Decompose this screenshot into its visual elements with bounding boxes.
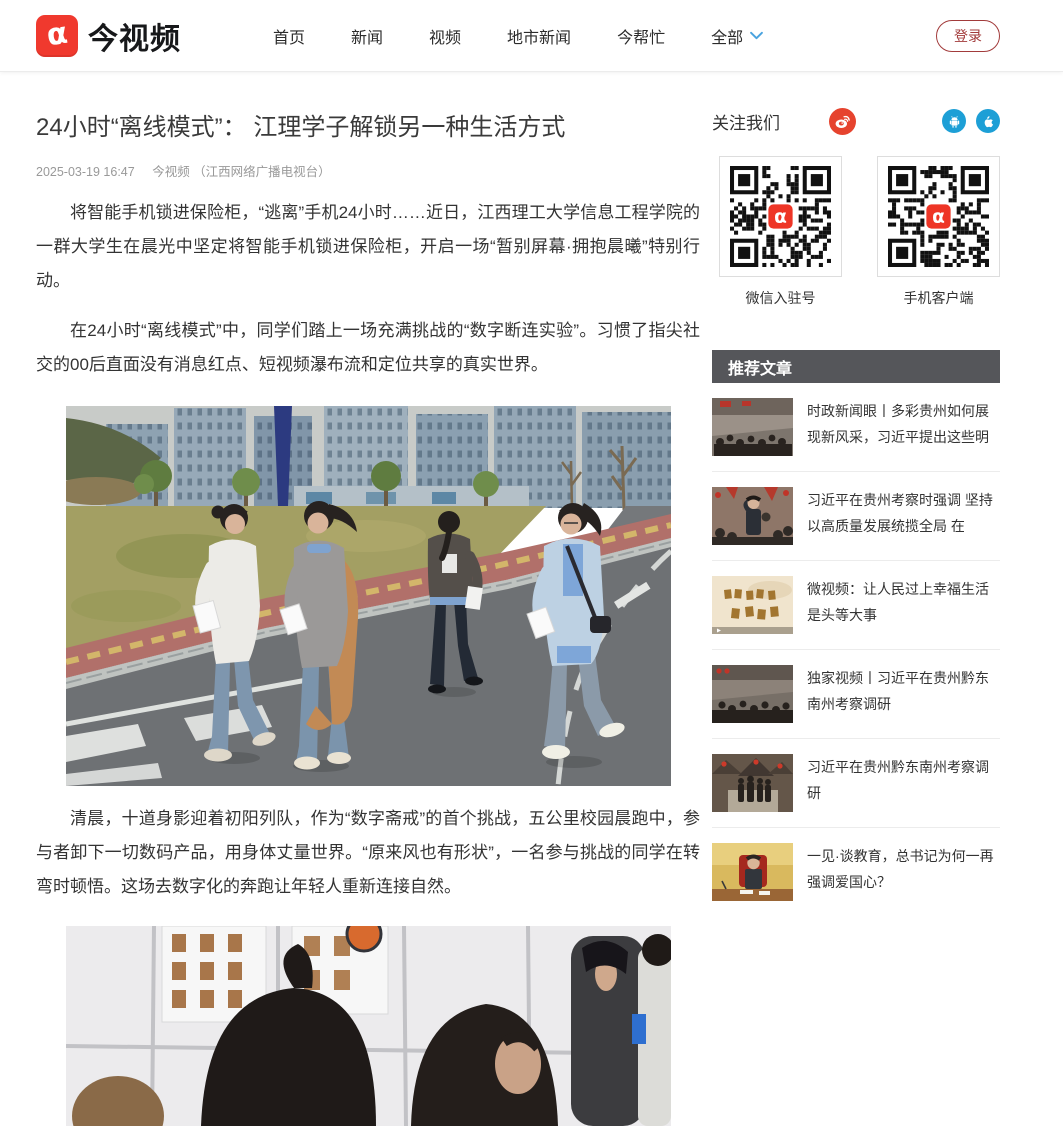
article-date: 2025-03-19 16:47	[36, 165, 135, 179]
article-photo-students-indoor	[66, 926, 671, 1126]
weibo-icon[interactable]	[829, 108, 856, 135]
qr-wechat: α 微信入驻号	[719, 156, 842, 308]
recommend-thumbnail	[712, 487, 793, 545]
recommend-title-text: 独家视频丨习近平在贵州黔东南州考察调研	[807, 665, 994, 723]
recommend-thumbnail	[712, 398, 793, 456]
nav-item-all-label: 全部	[711, 24, 743, 48]
recommend-title-text: 习近平在贵州考察时强调 坚持以高质量发展统揽全局 在	[807, 487, 994, 545]
recommend-thumbnail	[712, 843, 793, 901]
recommend-item[interactable]: 习近平在贵州黔东南州考察调研	[712, 739, 1000, 828]
article-paragraph: 在24小时“离线模式”中，同学们踏上一场充满挑战的“数字断连实验”。习惯了指尖社…	[36, 314, 700, 382]
article-title: 24小时“离线模式”： 江理学子解锁另一种生活方式	[36, 110, 700, 146]
qr-image: α	[729, 166, 832, 267]
svg-text:α: α	[774, 207, 787, 228]
recommend-title-text: 微视频：让人民过上幸福生活是头等大事	[807, 576, 994, 634]
article-source: 今视频 （江西网络广播电视台）	[152, 165, 330, 179]
site-header: α 今视频 首页 新闻 视频 地市新闻 今帮忙 全部 登录	[0, 0, 1063, 72]
article-meta: 2025-03-19 16:47 今视频 （江西网络广播电视台）	[36, 161, 700, 180]
recommend-item[interactable]: 一见·谈教育，总书记为何一再强调爱国心？	[712, 828, 1000, 916]
recommend-item[interactable]: 独家视频丨习近平在贵州黔东南州考察调研	[712, 650, 1000, 739]
follow-us-row: 关注我们	[712, 107, 1000, 135]
recommend-thumbnail	[712, 665, 793, 723]
qr-code-app: α	[877, 156, 1000, 277]
main-nav: 首页 新闻 视频 地市新闻 今帮忙 全部	[273, 24, 763, 48]
recommend-title-text: 一见·谈教育，总书记为何一再强调爱国心？	[807, 843, 994, 901]
apple-icon[interactable]	[976, 109, 1000, 133]
logo-text: 今视频	[88, 14, 181, 58]
nav-item-video[interactable]: 视频	[429, 24, 461, 48]
site-logo[interactable]: α 今视频	[36, 14, 181, 58]
qr-code-wechat: α	[719, 156, 842, 277]
nav-item-home[interactable]: 首页	[273, 24, 305, 48]
follow-us-title: 关注我们	[712, 109, 780, 134]
article-body: 将智能手机锁进保险柜，“逃离”手机24小时……近日，江西理工大学信息工程学院的一…	[36, 196, 700, 382]
qr-label-wechat: 微信入驻号	[746, 288, 816, 308]
nav-item-city-news[interactable]: 地市新闻	[507, 24, 571, 48]
recommend-title-text: 时政新闻眼丨多彩贵州如何展现新风采，习近平提出这些明	[807, 398, 994, 456]
recommend-list: 时政新闻眼丨多彩贵州如何展现新风采，习近平提出这些明 习近平在贵州考察时强调 坚…	[712, 383, 1000, 916]
article-body-cont: 清晨，十道身影迎着初阳列队，作为“数字斋戒”的首个挑战，五公里校园晨跑中，参与者…	[36, 802, 700, 904]
nav-item-all[interactable]: 全部	[711, 24, 763, 48]
recommend-thumbnail	[712, 754, 793, 812]
recommend-item[interactable]: 习近平在贵州考察时强调 坚持以高质量发展统揽全局 在	[712, 472, 1000, 561]
recommend-header: 推荐文章	[712, 350, 1000, 383]
article-photo-students-running	[66, 406, 671, 786]
nav-item-help[interactable]: 今帮忙	[617, 24, 665, 48]
article-paragraph: 将智能手机锁进保险柜，“逃离”手机24小时……近日，江西理工大学信息工程学院的一…	[36, 196, 700, 298]
nav-item-news[interactable]: 新闻	[351, 24, 383, 48]
login-button[interactable]: 登录	[936, 20, 1000, 52]
article-paragraph: 清晨，十道身影迎着初阳列队，作为“数字斋戒”的首个挑战，五公里校园晨跑中，参与者…	[36, 802, 700, 904]
qr-app: α 手机客户端	[877, 156, 1000, 308]
recommend-item[interactable]: 微视频：让人民过上幸福生活是头等大事	[712, 561, 1000, 650]
chevron-down-icon	[750, 31, 763, 40]
qr-image: α	[887, 166, 990, 267]
svg-text:α: α	[932, 207, 945, 228]
qr-row: α 微信入驻号 α 手机客户端	[712, 156, 1000, 308]
recommend-thumbnail	[712, 576, 793, 634]
article-main: 24小时“离线模式”： 江理学子解锁另一种生活方式 2025-03-19 16:…	[36, 90, 700, 1126]
logo-icon: α	[36, 15, 78, 57]
recommend-title-text: 习近平在贵州黔东南州考察调研	[807, 754, 994, 812]
recommend-item[interactable]: 时政新闻眼丨多彩贵州如何展现新风采，习近平提出这些明	[712, 383, 1000, 472]
qr-label-app: 手机客户端	[904, 288, 974, 308]
sidebar: 关注我们	[712, 90, 1000, 916]
android-icon[interactable]	[942, 109, 966, 133]
